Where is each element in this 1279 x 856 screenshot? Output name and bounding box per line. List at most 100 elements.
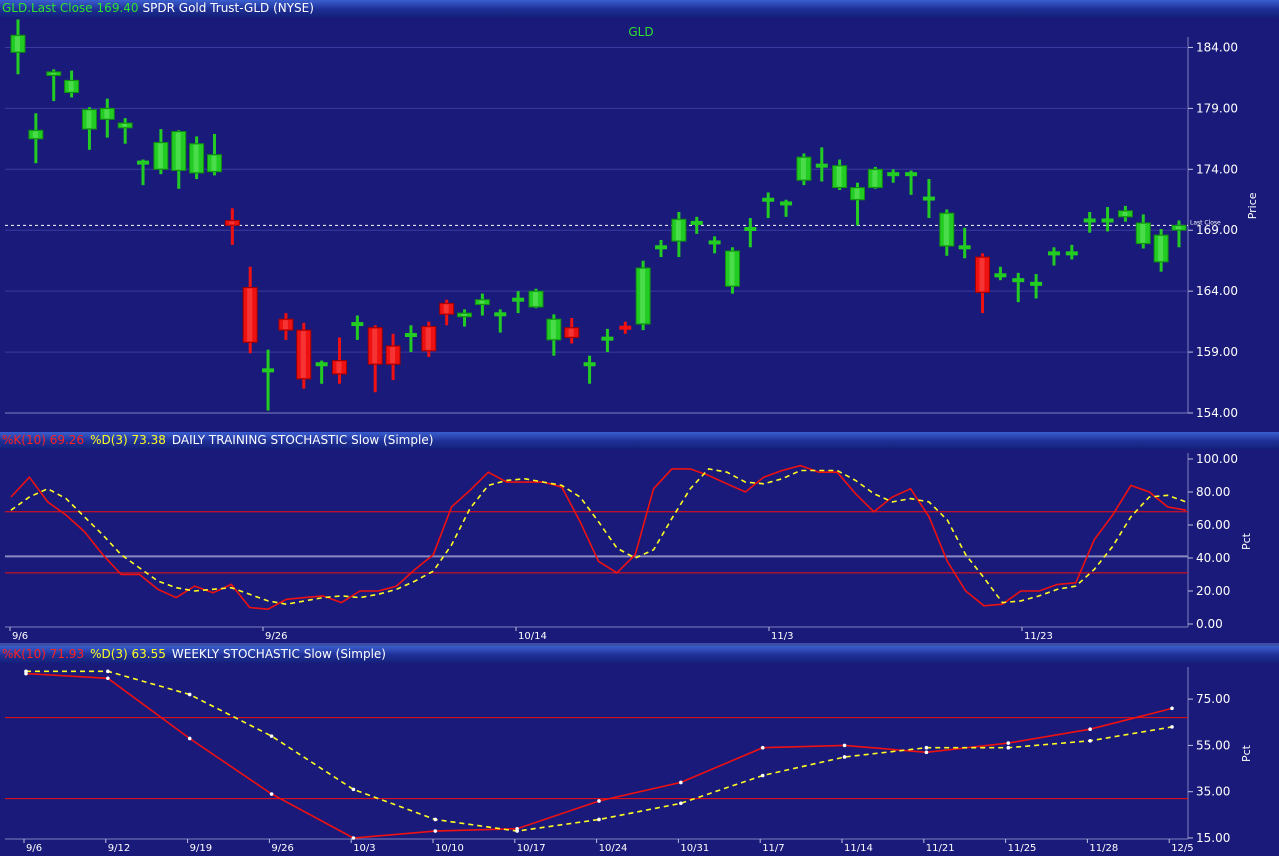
x-tick-label: 11/25 [1008, 843, 1037, 854]
stoch-tick-label: 80.00 [1196, 485, 1230, 499]
candle-highlight [640, 269, 646, 324]
x-tick-label: 10/17 [517, 843, 546, 854]
candle-highlight [532, 292, 538, 306]
daily-title: DAILY TRAINING STOCHASTIC Slow (Simple) [171, 433, 434, 447]
data-point-marker [433, 817, 438, 822]
data-point-marker [269, 734, 274, 738]
price-tick-label: 154.00 [1196, 406, 1238, 420]
candle-body [905, 172, 918, 177]
price-tick-label: 164.00 [1196, 284, 1238, 298]
candle-highlight [979, 258, 985, 292]
candle-highlight [800, 158, 806, 180]
data-point-marker [106, 676, 110, 681]
data-point-marker [760, 745, 765, 750]
data-point-marker [842, 743, 847, 748]
x-tick-label: 12/5 [1171, 843, 1193, 854]
candle-highlight [15, 36, 20, 52]
candle-highlight [479, 300, 485, 304]
x-tick-label: 10/3 [353, 843, 375, 854]
candle-highlight [157, 143, 163, 169]
weekly-stochastic-chart[interactable]: 75.00 55.00 35.00 15.00 Pct 9/6 9/12 9/19 9/26 10… [0, 663, 1279, 856]
daily-stochastic-chart[interactable]: 100.00 80.00 60.00 40.00 20.00 0.00 Pct 9/6 9/26… [0, 449, 1279, 646]
x-tick-label: 9/6 [26, 843, 42, 854]
candle-highlight [193, 144, 199, 172]
candle-body [994, 273, 1007, 278]
data-point-marker [597, 817, 601, 822]
candle-highlight [1122, 211, 1128, 216]
candle-body [262, 368, 275, 373]
candle-highlight [68, 81, 74, 92]
data-point-marker [515, 829, 519, 833]
candle-highlight [854, 188, 860, 199]
candle-highlight [1140, 223, 1146, 243]
candle-highlight [229, 221, 235, 225]
candle-highlight [282, 320, 288, 330]
x-tick-label: 10/14 [518, 631, 547, 642]
candle-body [1012, 278, 1025, 283]
candle-body [922, 196, 935, 201]
data-point-marker [351, 836, 356, 840]
candle-body [601, 336, 614, 341]
candle-highlight [943, 214, 949, 246]
stoch-axis-label: Pct [1240, 532, 1253, 550]
data-point-marker [597, 799, 601, 803]
candle-body [690, 220, 703, 225]
weekly-header: %K(10) 71.93 %D(3) 63.55 WEEKLY STOCHASTIC… [0, 646, 1279, 663]
candle-body [137, 160, 150, 165]
symbol-last-label: GLD.Last Close [2, 1, 93, 15]
data-point-marker [24, 669, 28, 674]
stoch-tick-label: 60.00 [1196, 518, 1230, 532]
data-point-marker [679, 801, 683, 806]
instrument-description: SPDR Gold Trust-GLD (NYSE) [142, 1, 314, 15]
data-point-marker [1170, 725, 1174, 729]
data-point-marker [351, 787, 356, 792]
candle-body [762, 197, 775, 202]
candle-body [512, 297, 525, 302]
candle-highlight [372, 328, 378, 364]
x-tick-label: 9/26 [265, 631, 287, 642]
price-chart[interactable]: 184.00179.00174.00169.00164.00159.00154.… [0, 17, 1279, 432]
candle-body [1065, 251, 1078, 256]
candle-body [404, 333, 417, 338]
last-close-value: 169.40 [96, 1, 139, 15]
price-panel: GLD.Last Close 169.40 SPDR Gold Trust-GLD … [0, 0, 1279, 432]
x-tick-label: 10/24 [599, 843, 628, 854]
candle-highlight [836, 166, 842, 187]
daily-d-label: %D(3) 73.38 [90, 433, 166, 447]
daily-stochastic-panel: %K(10) 69.26 %D(3) 73.38 DAILY TRAINING ST… [0, 432, 1279, 646]
candle-highlight [568, 328, 574, 337]
x-tick-label: 9/12 [108, 843, 130, 854]
stoch-tick-label: 40.00 [1196, 551, 1230, 565]
last-close-tag: Last Close [1190, 219, 1221, 226]
weekly-stochastic-panel: %K(10) 71.93 %D(3) 63.55 WEEKLY STOCHASTIC… [0, 646, 1279, 856]
candle-body [583, 362, 596, 367]
stoch-tick-label: 100.00 [1196, 452, 1238, 466]
candle-body [708, 240, 721, 245]
candle-body [1101, 218, 1114, 223]
data-point-marker [1088, 738, 1092, 743]
candle-highlight [247, 288, 253, 342]
candle-highlight [32, 131, 38, 138]
candle-body [1030, 281, 1043, 286]
candle-body [351, 322, 364, 327]
candle-highlight [1158, 236, 1164, 261]
x-tick-label: 11/28 [1089, 843, 1118, 854]
x-tick-label: 11/3 [771, 631, 793, 642]
candle-highlight [550, 320, 556, 339]
series-line-k [10, 464, 1187, 611]
candle-highlight [461, 314, 467, 316]
price-tick-label: 159.00 [1196, 345, 1238, 359]
x-tick-label: 9/6 [12, 631, 28, 642]
candle-body [619, 325, 632, 330]
data-point-marker [924, 745, 929, 750]
data-point-marker [924, 750, 929, 755]
x-tick-label: 10/10 [435, 843, 464, 854]
stoch-tick-label: 75.00 [1196, 692, 1230, 706]
candle-highlight [336, 361, 342, 374]
x-tick-label: 10/31 [680, 843, 709, 854]
candle-highlight [729, 251, 735, 286]
stoch-axis-label: Pct [1240, 744, 1253, 762]
price-tick-label: 184.00 [1196, 40, 1238, 54]
data-point-marker [433, 829, 438, 833]
candle-highlight [443, 304, 449, 314]
